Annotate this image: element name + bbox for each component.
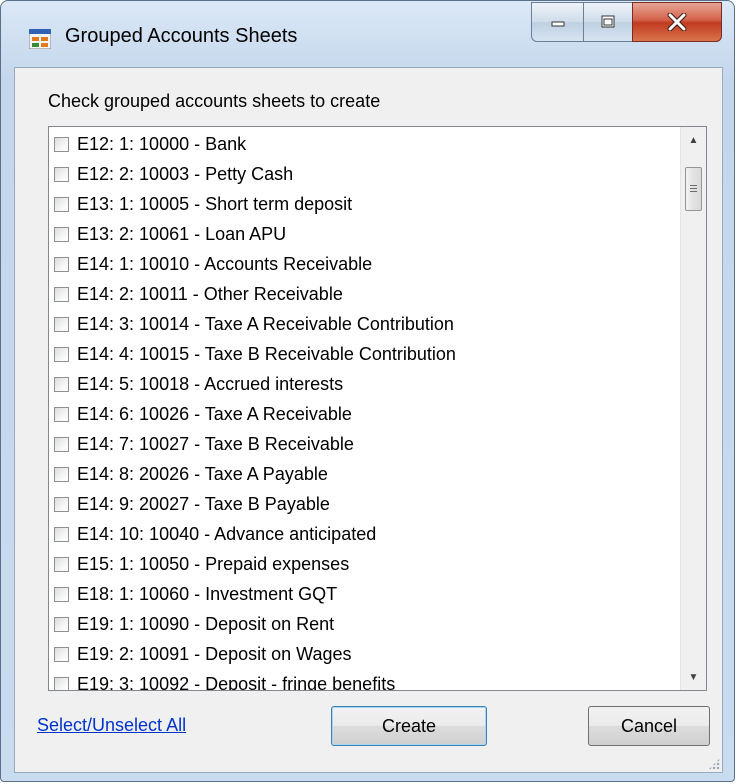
cancel-button[interactable]: Cancel [588,706,710,746]
scroll-thumb[interactable] [685,167,702,211]
checklist-item[interactable]: E14: 1: 10010 - Accounts Receivable [49,249,680,279]
app-icon [29,29,51,49]
checkbox[interactable] [54,316,69,332]
checkbox[interactable] [54,526,69,542]
checklist-item-label: E14: 3: 10014 - Taxe A Receivable Contri… [77,313,454,334]
vertical-scrollbar[interactable]: ▲ ▼ [680,127,706,690]
checkbox[interactable] [54,376,69,392]
checklist-item-label: E14: 4: 10015 - Taxe B Receivable Contri… [77,343,456,364]
checklist-item-label: E13: 2: 10061 - Loan APU [77,223,287,244]
scroll-down-button[interactable]: ▼ [681,664,706,690]
checklist-item[interactable]: E13: 1: 10005 - Short term deposit [49,189,680,219]
checklist-item[interactable]: E18: 1: 10060 - Investment GQT [49,579,680,609]
checklist-item-label: E14: 10: 10040 - Advance anticipated [77,523,377,544]
checkbox[interactable] [54,676,69,690]
checkbox[interactable] [54,616,69,632]
checkbox[interactable] [54,496,69,512]
select-unselect-all-link[interactable]: Select/Unselect All [37,715,186,736]
checkbox[interactable] [54,136,69,152]
close-button[interactable] [632,2,722,42]
checklist-item-label: E14: 7: 10027 - Taxe B Receivable [77,433,354,454]
dialog-body: Check grouped accounts sheets to create … [14,67,723,773]
minimize-icon [551,21,564,27]
checkbox[interactable] [54,286,69,302]
checklist-item-label: E14: 8: 20026 - Taxe A Payable [77,463,328,484]
checkbox[interactable] [54,586,69,602]
checkbox[interactable] [54,346,69,362]
grip-icon [690,184,697,194]
create-button[interactable]: Create [331,706,487,746]
checklist-item-label: E19: 3: 10092 - Deposit - fringe benefit… [77,673,396,691]
checklist-item[interactable]: E14: 10: 10040 - Advance anticipated [49,519,680,549]
checklist-item-label: E18: 1: 10060 - Investment GQT [77,583,338,604]
checklist-item[interactable]: E15: 1: 10050 - Prepaid expenses [49,549,680,579]
checklist-item-label: E19: 1: 10090 - Deposit on Rent [77,613,335,634]
checkbox[interactable] [54,226,69,242]
checklist-item-label: E14: 9: 20027 - Taxe B Payable [77,493,330,514]
accounts-checklist[interactable]: E12: 1: 10000 - Bank E12: 2: 10003 - Pett… [48,126,707,691]
resize-grip[interactable] [708,758,720,770]
checklist-item[interactable]: E14: 8: 20026 - Taxe A Payable [49,459,680,489]
chevron-down-icon: ▼ [688,671,699,683]
checklist-item[interactable]: E13: 2: 10061 - Loan APU [49,219,680,249]
checkbox[interactable] [54,256,69,272]
checklist-item[interactable]: E12: 1: 10000 - Bank [49,129,680,159]
checklist-item[interactable]: E12: 2: 10003 - Petty Cash [49,159,680,189]
checkbox[interactable] [54,196,69,212]
checkbox[interactable] [54,556,69,572]
checkbox[interactable] [54,646,69,662]
checkbox[interactable] [54,436,69,452]
checklist-item[interactable]: E19: 3: 10092 - Deposit - fringe benefit… [49,669,680,691]
instruction-label: Check grouped accounts sheets to create [48,91,381,111]
checklist-items: E12: 1: 10000 - Bank E12: 2: 10003 - Pett… [49,127,680,691]
maximize-icon [601,15,615,28]
checklist-item-label: E13: 1: 10005 - Short term deposit [77,193,353,214]
chevron-up-icon: ▲ [688,134,699,146]
minimize-button[interactable] [531,2,584,42]
checkbox[interactable] [54,406,69,422]
scroll-up-button[interactable]: ▲ [681,127,706,153]
checklist-item[interactable]: E14: 3: 10014 - Taxe A Receivable Contri… [49,309,680,339]
checklist-item-label: E14: 5: 10018 - Accrued interests [77,373,344,394]
window-title: Grouped Accounts Sheets [65,25,298,47]
checklist-item[interactable]: E19: 1: 10090 - Deposit on Rent [49,609,680,639]
checklist-item-label: E12: 1: 10000 - Bank [77,133,247,154]
checklist-item-label: E14: 1: 10010 - Accounts Receivable [77,253,373,274]
checklist-item[interactable]: E14: 4: 10015 - Taxe B Receivable Contri… [49,339,680,369]
checklist-item[interactable]: E14: 2: 10011 - Other Receivable [49,279,680,309]
checklist-item-label: E19: 2: 10091 - Deposit on Wages [77,643,352,664]
close-icon [667,13,687,31]
dialog-window: Grouped Accounts Sheets Check grouped ac… [0,0,735,782]
checklist-item[interactable]: E14: 5: 10018 - Accrued interests [49,369,680,399]
title-bar[interactable]: Grouped Accounts Sheets [1,1,734,67]
checklist-item-label: E15: 1: 10050 - Prepaid expenses [77,553,350,574]
checklist-item-label: E12: 2: 10003 - Petty Cash [77,163,294,184]
checkbox[interactable] [54,466,69,482]
checklist-item-label: E14: 2: 10011 - Other Receivable [77,283,343,304]
checklist-item[interactable]: E14: 9: 20027 - Taxe B Payable [49,489,680,519]
checklist-item-label: E14: 6: 10026 - Taxe A Receivable [77,403,352,424]
checklist-item[interactable]: E14: 7: 10027 - Taxe B Receivable [49,429,680,459]
checklist-item[interactable]: E14: 6: 10026 - Taxe A Receivable [49,399,680,429]
checkbox[interactable] [54,166,69,182]
checklist-item[interactable]: E19: 2: 10091 - Deposit on Wages [49,639,680,669]
maximize-button[interactable] [583,2,633,42]
